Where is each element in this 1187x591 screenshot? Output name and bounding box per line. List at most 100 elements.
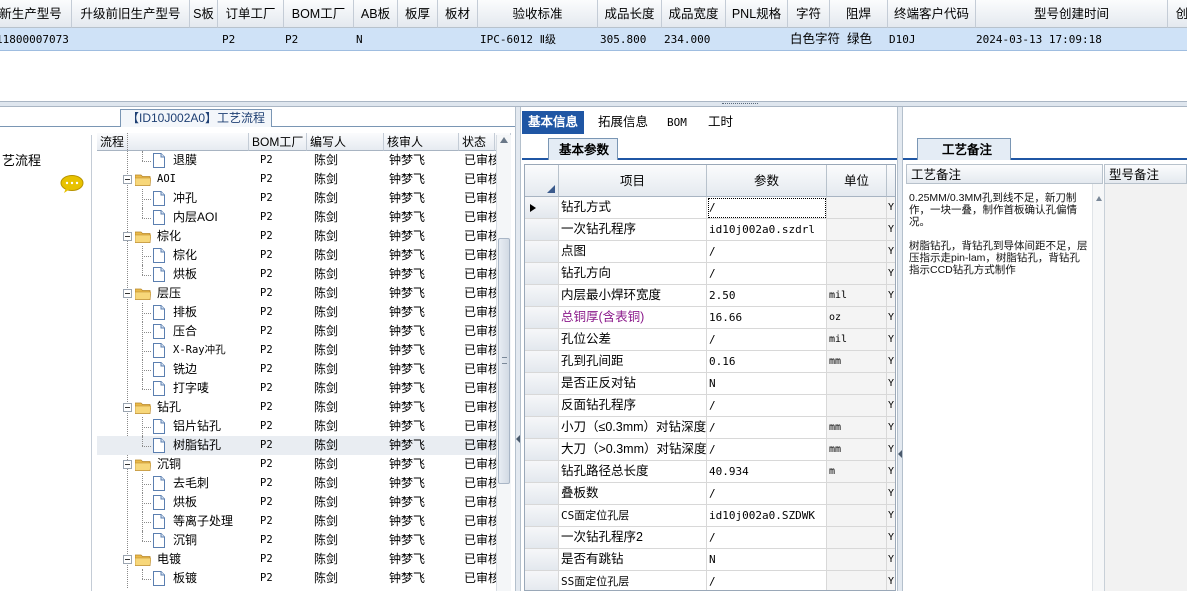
notes-scrollbar[interactable] [1092, 184, 1104, 591]
col-standard-header[interactable]: 验收标准 [478, 0, 598, 28]
param-value[interactable]: 2.50 [707, 285, 827, 307]
row-indicator[interactable] [525, 197, 559, 219]
col-length-header[interactable]: 成品长度 [598, 0, 662, 28]
tree-row[interactable]: 内层AOI P2 陈剑 钟梦飞 已审核 [97, 208, 500, 227]
param-row[interactable]: 一次钻孔程序2/ Y [525, 527, 895, 549]
col-customer-code-header[interactable]: 终端客户代码 [888, 0, 976, 28]
col-ab-board-header[interactable]: AB板 [354, 0, 398, 28]
col-created-time-header[interactable]: 型号创建时间 [976, 0, 1168, 28]
col-header-bom-factory[interactable]: BOM工厂 [249, 133, 307, 151]
param-value[interactable]: / [707, 241, 827, 263]
param-row[interactable]: 钻孔方向 / Y [525, 263, 895, 285]
param-row[interactable]: 钻孔方式 / Y [525, 197, 895, 219]
col-bom-factory-header[interactable]: BOM工厂 [284, 0, 354, 28]
param-row[interactable]: 孔位公差 / mil Y [525, 329, 895, 351]
row-indicator[interactable] [525, 549, 559, 571]
collapse-icon[interactable] [123, 460, 132, 469]
row-indicator[interactable] [525, 527, 559, 549]
col-pnl-header[interactable]: PNL规格 [726, 0, 788, 28]
tree-scrollbar[interactable] [496, 135, 511, 591]
param-value[interactable]: 0.16 [707, 351, 827, 373]
tree-row[interactable]: 板镀 P2 陈剑 钟梦飞 已审核 [97, 569, 500, 588]
tree-row[interactable]: 烘板 P2 陈剑 钟梦飞 已审核 [97, 265, 500, 284]
nav-item-process[interactable]: 艺流程 [0, 149, 92, 173]
col-header-value[interactable]: 参数 [707, 165, 827, 197]
col-character-header[interactable]: 字符 [788, 0, 830, 28]
collapse-icon[interactable] [123, 403, 132, 412]
col-header-reviewer[interactable]: 核审人 [384, 133, 459, 151]
tree-row[interactable]: AOI P2 陈剑 钟梦飞 已审核 [97, 170, 500, 189]
col-header-process-notes[interactable]: 工艺备注 [906, 164, 1103, 184]
param-row[interactable]: 是否正反对钻 N Y [525, 373, 895, 395]
tree-row[interactable]: 烘板 P2 陈剑 钟梦飞 已审核 [97, 493, 500, 512]
col-order-factory-header[interactable]: 订单工厂 [218, 0, 284, 28]
tree-row[interactable]: 电镀 P2 陈剑 钟梦飞 已审核 [97, 550, 500, 569]
col-old-model-header[interactable]: 升级前旧生产型号 [72, 0, 190, 28]
col-thickness-header[interactable]: 板厚 [398, 0, 438, 28]
tree-row[interactable]: 沉铜 P2 陈剑 钟梦飞 已审核 [97, 531, 500, 550]
param-row[interactable]: 内层最小焊环宽度 2.50 mil Y [525, 285, 895, 307]
col-header-flow[interactable]: 流程 [97, 133, 249, 151]
param-value[interactable]: / [707, 197, 827, 219]
col-header-unit[interactable]: 单位 [827, 165, 887, 197]
tree-row[interactable]: 棕化 P2 陈剑 钟梦飞 已审核 [97, 227, 500, 246]
param-value[interactable]: N [707, 549, 827, 571]
param-row[interactable]: 大刀（>0.3mm）对钻深度 / mm Y [525, 439, 895, 461]
row-indicator[interactable] [525, 307, 559, 329]
param-row[interactable]: 反面钻孔程序 / Y [525, 395, 895, 417]
tree-row[interactable]: 冲孔 P2 陈剑 钟梦飞 已审核 [97, 189, 500, 208]
tab-work-hours[interactable]: 工时 [702, 111, 739, 134]
param-row[interactable]: 是否有跳钻 N Y [525, 549, 895, 571]
row-indicator[interactable] [525, 263, 559, 285]
param-value[interactable]: / [707, 263, 827, 285]
param-row[interactable]: CS面定位孔层 id10j002a0.SZDWK Y [525, 505, 895, 527]
col-solder-mask-header[interactable]: 阻焊 [830, 0, 888, 28]
tree-row[interactable]: 打字唛 P2 陈剑 钟梦飞 已审核 [97, 379, 500, 398]
tree-row[interactable]: 钻孔 P2 陈剑 钟梦飞 已审核 [97, 398, 500, 417]
param-value[interactable]: / [707, 417, 827, 439]
comment-bubble-icon[interactable] [60, 175, 84, 193]
col-creator-header[interactable]: 创 [1168, 0, 1187, 28]
param-value[interactable]: / [707, 483, 827, 505]
collapse-icon[interactable] [123, 232, 132, 241]
row-indicator[interactable] [525, 483, 559, 505]
tree-row[interactable]: 等离子处理 P2 陈剑 钟梦飞 已审核 [97, 512, 500, 531]
tree-row[interactable]: 去毛刺 P2 陈剑 钟梦飞 已审核 [97, 474, 500, 493]
param-value[interactable]: / [707, 395, 827, 417]
collapse-icon[interactable] [123, 555, 132, 564]
tree-row[interactable]: 层压 P2 陈剑 钟梦飞 已审核 [97, 284, 500, 303]
vertical-splitter-left[interactable] [515, 107, 521, 591]
row-indicator[interactable] [525, 571, 559, 590]
collapse-icon[interactable] [123, 289, 132, 298]
param-value[interactable]: / [707, 439, 827, 461]
tree-row[interactable]: 树脂钻孔 P2 陈剑 钟梦飞 已审核 [97, 436, 500, 455]
param-row[interactable]: 总铜厚(含表铜) 16.66 oz Y [525, 307, 895, 329]
tree-row[interactable]: 铣边 P2 陈剑 钟梦飞 已审核 [97, 360, 500, 379]
param-row[interactable]: 叠板数 / Y [525, 483, 895, 505]
tree-row[interactable]: 退膜 P2 陈剑 钟梦飞 已审核 [97, 151, 500, 170]
param-value[interactable]: / [707, 329, 827, 351]
param-row[interactable]: 一次钻孔程序 id10j002a0.szdrl Y [525, 219, 895, 241]
col-width-header[interactable]: 成品宽度 [662, 0, 726, 28]
tab-base-params[interactable]: 基本参数 [548, 138, 619, 160]
tree-row[interactable]: 排板 P2 陈剑 钟梦飞 已审核 [97, 303, 500, 322]
col-header-writer[interactable]: 编写人 [307, 133, 384, 151]
param-row[interactable]: 钻孔路径总长度 40.934 m Y [525, 461, 895, 483]
tab-basic-info[interactable]: 基本信息 [522, 111, 585, 134]
col-header-item[interactable]: 项目 [559, 165, 707, 197]
tree-row[interactable]: 沉铜 P2 陈剑 钟梦飞 已审核 [97, 455, 500, 474]
param-value[interactable]: 40.934 [707, 461, 827, 483]
row-indicator[interactable] [525, 439, 559, 461]
row-indicator[interactable] [525, 219, 559, 241]
param-value[interactable]: / [707, 571, 827, 590]
row-indicator[interactable] [525, 241, 559, 263]
row-indicator[interactable] [525, 373, 559, 395]
row-indicator[interactable] [525, 461, 559, 483]
param-row[interactable]: 孔到孔间距 0.16 mm Y [525, 351, 895, 373]
col-s-board-header[interactable]: S板 [190, 0, 218, 28]
row-indicator[interactable] [525, 329, 559, 351]
process-notes-text[interactable]: 0.25MM/0.3MM孔到线不足，新刀制作，一块一叠，制作首板确认孔偏情况。 … [906, 184, 1092, 591]
col-header-model-notes[interactable]: 型号备注 [1104, 164, 1187, 184]
tree-row[interactable]: 铝片钻孔 P2 陈剑 钟梦飞 已审核 [97, 417, 500, 436]
param-row[interactable]: 点图 / Y [525, 241, 895, 263]
